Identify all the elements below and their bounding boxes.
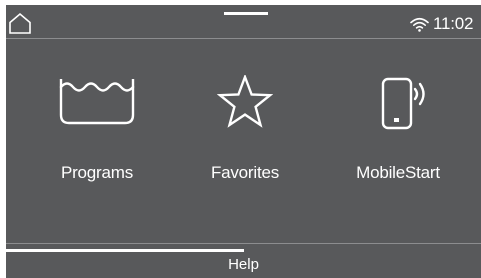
clock: 11:02 xyxy=(433,14,474,33)
display-screen: 11:02 Programs Favorites MobileStart Hel… xyxy=(6,5,481,278)
mobilestart-label: MobileStart xyxy=(356,163,440,182)
favorites-tile[interactable]: Favorites xyxy=(194,75,296,195)
page-indicator xyxy=(224,12,268,15)
mobilestart-tile[interactable]: MobileStart xyxy=(328,75,468,195)
help-label: Help xyxy=(228,256,259,273)
wifi-icon xyxy=(410,17,429,32)
programs-label: Programs xyxy=(60,163,134,182)
status-bar: 11:02 xyxy=(6,5,481,39)
home-icon[interactable] xyxy=(8,11,32,35)
help-progress-indicator xyxy=(6,249,244,252)
wash-tub-icon xyxy=(59,79,135,125)
favorites-label: Favorites xyxy=(210,163,280,182)
programs-tile[interactable]: Programs xyxy=(46,75,148,195)
mobile-phone-signal-icon xyxy=(381,77,425,130)
star-icon xyxy=(217,75,273,128)
help-button[interactable]: Help xyxy=(6,243,481,278)
